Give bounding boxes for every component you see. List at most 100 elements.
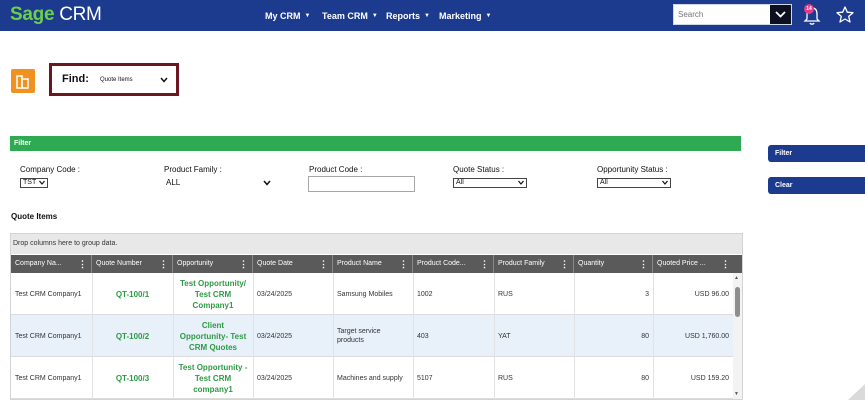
opportunity-status-label: Opportunity Status : xyxy=(597,165,668,174)
table-row[interactable]: Test CRM Company1 QT-100/1 Test Opportun… xyxy=(11,273,733,315)
scroll-down-arrow-icon[interactable]: ▼ xyxy=(734,391,739,397)
cell-product-family: YAT xyxy=(498,332,511,340)
cell-quoted-price: USD 96.00 xyxy=(694,290,729,298)
column-header-product-name[interactable]: Product Name ⋮ xyxy=(333,255,413,273)
quote-number-link[interactable]: QT-100/2 xyxy=(92,315,173,357)
product-family-select[interactable]: ALL xyxy=(166,178,272,188)
column-divider xyxy=(173,273,174,399)
cell-product-code: 1002 xyxy=(417,290,433,298)
logo-sage-text: Sage xyxy=(10,4,55,25)
notification-count-badge: 14 xyxy=(804,4,814,14)
cell-quantity: 80 xyxy=(641,332,649,340)
clear-button[interactable]: Clear xyxy=(768,177,865,194)
cell-quote-date: 03/24/2025 xyxy=(257,374,293,382)
quote-number-link[interactable]: QT-100/1 xyxy=(92,273,173,315)
nav-my-crm-label: My CRM xyxy=(265,10,301,21)
filter-header: Filter xyxy=(10,136,741,151)
company-code-select[interactable]: TST xyxy=(20,178,48,188)
cell-quantity: 80 xyxy=(641,374,649,382)
opportunity-link[interactable]: Test Opportunity/ Test CRM Company1 xyxy=(173,273,253,315)
column-menu-icon[interactable]: ⋮ xyxy=(159,255,168,273)
quote-status-value: All xyxy=(456,179,464,186)
company-code-label: Company Code : xyxy=(20,165,81,174)
grid-header-row: Company Na... ⋮ Quote Number ⋮ Opportunity… xyxy=(11,255,742,273)
sage-crm-logo[interactable]: Sage CRM xyxy=(10,5,102,25)
product-code-input[interactable] xyxy=(308,176,415,192)
cell-product-family: RUS xyxy=(498,290,513,298)
nav-reports-label: Reports xyxy=(386,10,421,21)
cell-company: Test CRM Company1 xyxy=(15,332,82,340)
column-header-quote-number[interactable]: Quote Number ⋮ xyxy=(92,255,173,273)
column-menu-icon[interactable]: ⋮ xyxy=(319,255,328,273)
chevron-down-icon xyxy=(39,180,45,185)
grid-title: Quote Items xyxy=(11,212,58,221)
building-icon xyxy=(16,75,29,89)
column-header-label: Product Code... xyxy=(417,260,466,267)
column-divider xyxy=(574,273,575,399)
column-header-label: Quantity xyxy=(578,260,605,267)
column-menu-icon[interactable]: ⋮ xyxy=(639,255,648,273)
filter-button[interactable]: Filter xyxy=(768,145,865,162)
column-divider xyxy=(253,273,254,399)
column-header-quote-date[interactable]: Quote Date ⋮ xyxy=(253,255,333,273)
opportunity-status-value: All xyxy=(600,179,608,186)
column-menu-icon[interactable]: ⋮ xyxy=(239,255,248,273)
column-menu-icon[interactable]: ⋮ xyxy=(560,255,569,273)
product-family-value: ALL xyxy=(166,178,181,187)
quote-items-entity-icon xyxy=(11,69,35,93)
column-header-quoted-price[interactable]: Quoted Price ... ⋮ xyxy=(653,255,742,273)
cell-quote-date: 03/24/2025 xyxy=(257,332,293,340)
column-header-quantity[interactable]: Quantity ⋮ xyxy=(574,255,653,273)
column-divider xyxy=(92,273,93,399)
group-drop-zone[interactable]: Drop columns here to group data. xyxy=(11,234,742,254)
quote-status-select[interactable]: All xyxy=(453,178,527,188)
column-header-label: Quote Number xyxy=(96,260,142,267)
company-code-value: TST xyxy=(23,179,37,186)
chevron-down-icon xyxy=(662,180,668,185)
column-header-opportunity[interactable]: Opportunity ⋮ xyxy=(173,255,253,273)
grid-vertical-scrollbar[interactable]: ▲ ▼ xyxy=(733,273,742,399)
scroll-up-arrow-icon[interactable]: ▲ xyxy=(734,275,739,281)
search-dropdown-button[interactable] xyxy=(770,5,791,24)
nav-team-crm[interactable]: Team CRM ▼ xyxy=(322,0,378,31)
nav-my-crm[interactable]: My CRM ▼ xyxy=(265,0,310,31)
column-divider xyxy=(653,273,654,399)
cell-quoted-price: USD 159.20 xyxy=(690,374,729,382)
cell-quantity: 3 xyxy=(645,290,649,298)
column-header-product-family[interactable]: Product Family ⋮ xyxy=(494,255,574,273)
find-label: Find: xyxy=(62,73,89,85)
favorites-star-icon[interactable] xyxy=(835,5,855,25)
opportunity-link[interactable]: Client Opportunity- Test CRM Quotes xyxy=(173,315,253,357)
find-selector[interactable]: Find: Quote Items xyxy=(49,63,179,96)
nav-reports[interactable]: Reports ▼ xyxy=(386,0,430,31)
column-header-company[interactable]: Company Na... ⋮ xyxy=(11,255,92,273)
cell-company: Test CRM Company1 xyxy=(15,374,82,382)
table-row[interactable]: Test CRM Company1 QT-100/3 Test Opportun… xyxy=(11,357,733,399)
opportunity-status-select[interactable]: All xyxy=(597,178,671,188)
cell-company: Test CRM Company1 xyxy=(15,290,82,298)
chevron-down-icon xyxy=(518,180,524,185)
product-family-label: Product Family : xyxy=(164,165,222,174)
scrollbar-thumb[interactable] xyxy=(735,287,740,317)
column-header-label: Quoted Price ... xyxy=(657,260,706,267)
nav-marketing[interactable]: Marketing ▼ xyxy=(439,0,491,31)
opportunity-link[interactable]: Test Opportunity - Test CRM company1 xyxy=(173,357,253,399)
cell-product-name: Target service products xyxy=(337,328,381,344)
column-header-product-code[interactable]: Product Code... ⋮ xyxy=(413,255,494,273)
find-value: Quote Items xyxy=(100,77,133,83)
logo-crm-text: CRM xyxy=(59,4,102,25)
column-header-label: Product Family xyxy=(498,260,545,267)
search-input[interactable] xyxy=(674,5,772,24)
column-menu-icon[interactable]: ⋮ xyxy=(78,255,87,273)
quote-number-link[interactable]: QT-100/3 xyxy=(92,357,173,399)
chevron-down-icon xyxy=(263,180,271,186)
table-row[interactable]: Test CRM Company1 QT-100/2 Client Opport… xyxy=(11,315,733,357)
chevron-down-icon xyxy=(775,11,786,18)
column-menu-icon[interactable]: ⋮ xyxy=(480,255,489,273)
column-menu-icon[interactable]: ⋮ xyxy=(721,255,730,273)
nav-marketing-label: Marketing xyxy=(439,10,482,21)
search-box xyxy=(673,4,792,25)
chevron-down-icon xyxy=(160,77,168,83)
column-menu-icon[interactable]: ⋮ xyxy=(399,255,408,273)
cell-product-code: 5107 xyxy=(417,374,433,382)
